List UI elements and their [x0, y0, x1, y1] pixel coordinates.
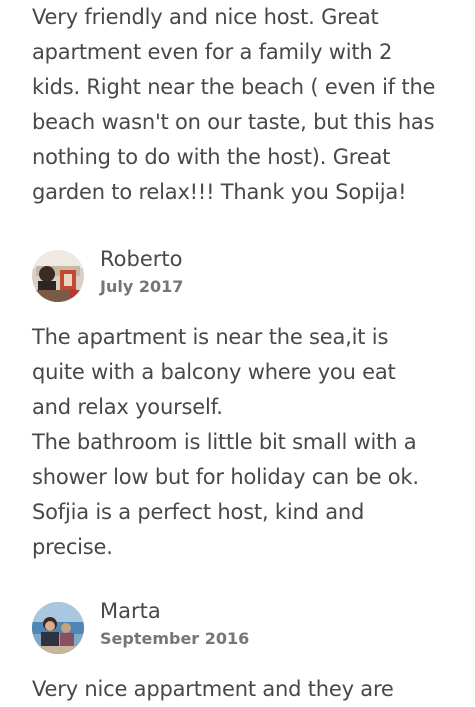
review-text-2: The apartment is near the sea,it is quit…	[32, 320, 462, 565]
reviewer-name: Roberto	[100, 247, 183, 271]
reviewer-name: Marta	[100, 599, 161, 623]
review-date: July 2017	[100, 277, 184, 296]
review-line: Sofjia is a perfect host, kind and	[32, 500, 365, 524]
review-text-3: Very nice appartment and they are	[32, 672, 462, 707]
review-line: kids. Right near the beach ( even if the	[32, 75, 436, 99]
review-line: Very nice appartment and they are	[32, 677, 394, 701]
review-date: September 2016	[100, 629, 250, 648]
avatar-photo-icon	[32, 602, 84, 654]
avatar-photo-icon	[32, 250, 84, 302]
review-line: The bathroom is little bit small with a	[32, 430, 417, 454]
review-line: nothing to do with the host). Great	[32, 145, 391, 169]
review-line: shower low but for holiday can be ok.	[32, 465, 419, 489]
reviewer-avatar-marta[interactable]	[32, 602, 84, 654]
review-line: apartment even for a family with 2	[32, 40, 393, 64]
reviewer-avatar-roberto[interactable]	[32, 250, 84, 302]
review-line: garden to relax!!! Thank you Sopija!	[32, 180, 407, 204]
review-line: beach wasn't on our taste, but this has	[32, 110, 435, 134]
review-line: Very friendly and nice host. Great	[32, 5, 379, 29]
review-text-1: Very friendly and nice host. Great apart…	[32, 0, 462, 210]
review-line: and relax yourself.	[32, 395, 223, 419]
review-line: precise.	[32, 535, 113, 559]
review-line: quite with a balcony where you eat	[32, 360, 396, 384]
review-line: The apartment is near the sea,it is	[32, 325, 389, 349]
